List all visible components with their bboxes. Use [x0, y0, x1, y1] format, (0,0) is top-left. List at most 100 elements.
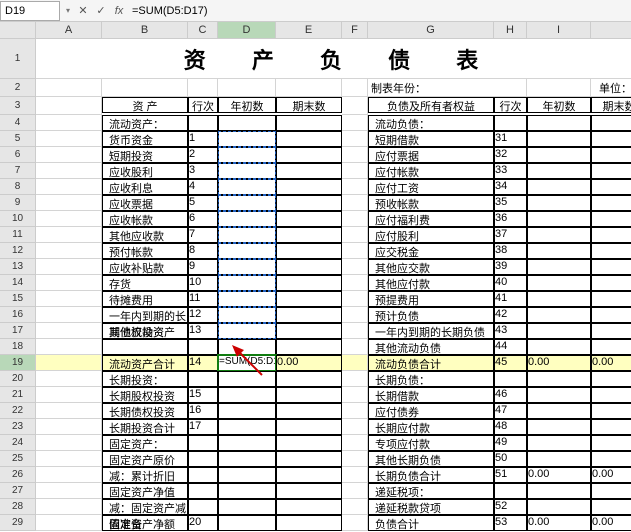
liab-begin-26[interactable]: 0.00 [527, 467, 591, 483]
c-f21[interactable] [342, 387, 368, 403]
liab-begin-7[interactable] [527, 163, 591, 179]
liab-begin-8[interactable] [527, 179, 591, 195]
c-f17[interactable] [342, 323, 368, 339]
c-f18[interactable] [342, 339, 368, 355]
c-f27[interactable] [342, 483, 368, 499]
liab-end-11[interactable] [591, 227, 631, 243]
cell-d12[interactable] [218, 243, 276, 259]
row-header-22[interactable]: 22 [0, 403, 36, 419]
asset-end-8[interactable] [276, 179, 342, 195]
liab-end-4[interactable] [591, 115, 631, 131]
row-header-25[interactable]: 25 [0, 451, 36, 467]
row-header-6[interactable]: 6 [0, 147, 36, 163]
c-f16[interactable] [342, 307, 368, 323]
asset-end-6[interactable] [276, 147, 342, 163]
col-header-E[interactable]: E [276, 22, 342, 39]
row-header-15[interactable]: 15 [0, 291, 36, 307]
liab-begin-4[interactable] [527, 115, 591, 131]
name-box[interactable] [0, 1, 60, 21]
c-f29[interactable] [342, 515, 368, 531]
liab-end-18[interactable] [591, 339, 631, 355]
row-header-19[interactable]: 19 [0, 355, 36, 371]
c-a22[interactable] [36, 403, 102, 419]
liab-end-25[interactable] [591, 451, 631, 467]
c-f25[interactable] [342, 451, 368, 467]
liab-begin-28[interactable] [527, 499, 591, 515]
liab-begin-13[interactable] [527, 259, 591, 275]
c-f10[interactable] [342, 211, 368, 227]
asset-end-26[interactable] [276, 467, 342, 483]
row-header-27[interactable]: 27 [0, 483, 36, 499]
row-header-7[interactable]: 7 [0, 163, 36, 179]
cell-d16[interactable] [218, 307, 276, 323]
name-dropdown-icon[interactable]: ▾ [62, 6, 74, 15]
cell-d4[interactable] [218, 115, 276, 131]
cell-d9[interactable] [218, 195, 276, 211]
row-header-17[interactable]: 17 [0, 323, 36, 339]
cell-d15[interactable] [218, 291, 276, 307]
row-header-11[interactable]: 11 [0, 227, 36, 243]
asset-end-4[interactable] [276, 115, 342, 131]
c-a23[interactable] [36, 419, 102, 435]
cell-d25[interactable] [218, 451, 276, 467]
c-f12[interactable] [342, 243, 368, 259]
c-f2[interactable] [342, 79, 368, 97]
liab-end-24[interactable] [591, 435, 631, 451]
liab-end-16[interactable] [591, 307, 631, 323]
asset-end-21[interactable] [276, 387, 342, 403]
asset-end-14[interactable] [276, 275, 342, 291]
row-header-4[interactable]: 4 [0, 115, 36, 131]
row-header-29[interactable]: 29 [0, 515, 36, 531]
liab-begin-14[interactable] [527, 275, 591, 291]
row-header-26[interactable]: 26 [0, 467, 36, 483]
c-a18[interactable] [36, 339, 102, 355]
asset-end-27[interactable] [276, 483, 342, 499]
liab-begin-12[interactable] [527, 243, 591, 259]
c-a15[interactable] [36, 291, 102, 307]
c-a8[interactable] [36, 179, 102, 195]
c-a27[interactable] [36, 483, 102, 499]
asset-end-22[interactable] [276, 403, 342, 419]
liab-end-10[interactable] [591, 211, 631, 227]
c-a29[interactable] [36, 515, 102, 531]
c-f4[interactable] [342, 115, 368, 131]
c-f11[interactable] [342, 227, 368, 243]
row-header-13[interactable]: 13 [0, 259, 36, 275]
liab-begin-23[interactable] [527, 419, 591, 435]
col-header-G[interactable]: G [368, 22, 494, 39]
c-a28[interactable] [36, 499, 102, 515]
cell-d22[interactable] [218, 403, 276, 419]
cell-d20[interactable] [218, 371, 276, 387]
cell-d8[interactable] [218, 179, 276, 195]
liab-end-27[interactable] [591, 483, 631, 499]
col-header-H[interactable]: H [494, 22, 527, 39]
c-f20[interactable] [342, 371, 368, 387]
asset-end-10[interactable] [276, 211, 342, 227]
col-header-A[interactable]: A [36, 22, 102, 39]
liab-end-23[interactable] [591, 419, 631, 435]
row-header-21[interactable]: 21 [0, 387, 36, 403]
cell-d11[interactable] [218, 227, 276, 243]
c-c2[interactable] [188, 79, 218, 97]
liab-end-9[interactable] [591, 195, 631, 211]
c-f26[interactable] [342, 467, 368, 483]
col-header-I[interactable]: I [527, 22, 591, 39]
cell-d27[interactable] [218, 483, 276, 499]
cell-d21[interactable] [218, 387, 276, 403]
liab-begin-15[interactable] [527, 291, 591, 307]
cell-d17[interactable] [218, 323, 276, 339]
c-f14[interactable] [342, 275, 368, 291]
liab-begin-10[interactable] [527, 211, 591, 227]
liab-end-15[interactable] [591, 291, 631, 307]
liab-end-17[interactable] [591, 323, 631, 339]
c-a26[interactable] [36, 467, 102, 483]
c-f9[interactable] [342, 195, 368, 211]
c-a9[interactable] [36, 195, 102, 211]
col-header-B[interactable]: B [102, 22, 188, 39]
col-header-C[interactable]: C [188, 22, 218, 39]
asset-end-13[interactable] [276, 259, 342, 275]
liab-begin-18[interactable] [527, 339, 591, 355]
asset-end-16[interactable] [276, 307, 342, 323]
liab-begin-16[interactable] [527, 307, 591, 323]
liab-end-20[interactable] [591, 371, 631, 387]
